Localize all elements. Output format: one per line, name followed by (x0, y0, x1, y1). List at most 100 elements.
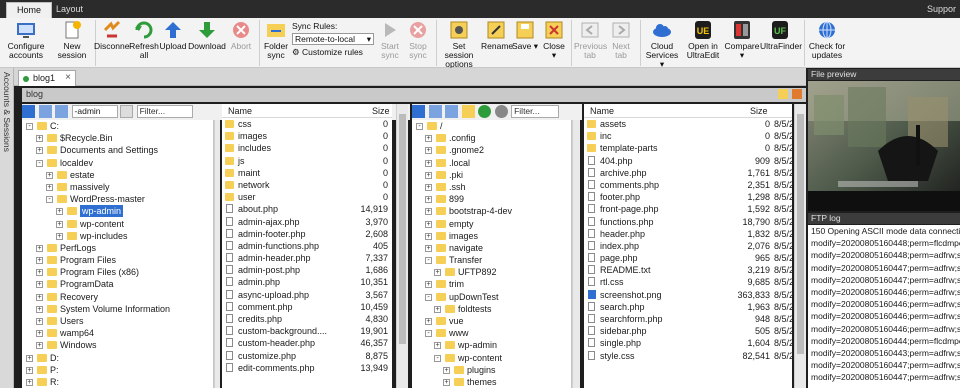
tree-node[interactable]: + massively (22, 181, 213, 193)
bookmark-icon[interactable] (778, 89, 788, 99)
remote-tree-scrollbar[interactable] (572, 120, 580, 388)
expand-icon[interactable]: + (36, 147, 43, 155)
next-tab-button[interactable]: Next tab (608, 20, 634, 66)
expand-icon[interactable]: + (26, 354, 33, 362)
remote-list-scrollbar[interactable] (794, 104, 806, 388)
tree-node[interactable]: + empty (412, 218, 571, 230)
file-row[interactable]: comments.php 2,351 8/5/2 (584, 179, 792, 191)
disconnect-button[interactable]: Disconnect (94, 20, 130, 66)
tree-node[interactable]: + P: (22, 364, 213, 376)
stop-sync-button[interactable]: Stop sync (404, 20, 432, 66)
abort-button[interactable]: Abort (228, 20, 254, 66)
file-row[interactable]: search.php 1,963 8/5/2 (584, 301, 792, 313)
collapse-icon[interactable]: - (36, 159, 43, 167)
folder-sync-button[interactable]: Folder sync (262, 20, 290, 66)
expand-icon[interactable]: + (425, 196, 432, 204)
file-row[interactable]: 404.php 909 8/5/2 (584, 155, 792, 167)
file-row[interactable]: archive.php 1,761 8/5/2 (584, 167, 792, 179)
cloud-services-button[interactable]: Cloud Services ▾ (643, 20, 681, 69)
collapse-icon[interactable]: - (26, 123, 33, 130)
tree-node[interactable]: + .ssh (412, 181, 571, 193)
forward-arrow-icon[interactable] (445, 105, 459, 118)
file-row[interactable]: rtl.css 9,685 8/5/2 (584, 276, 792, 288)
compare-button[interactable]: Compare ▾ (724, 20, 760, 66)
file-row[interactable]: front-page.php 1,592 8/5/2 (584, 203, 792, 215)
file-row[interactable]: custom-background.... 19,901 (222, 325, 392, 337)
tree-node[interactable]: + vue (412, 315, 571, 327)
file-row[interactable]: index.php 2,076 8/5/2 (584, 240, 792, 252)
sync-browse-icon[interactable] (792, 89, 802, 99)
expand-icon[interactable]: + (425, 183, 432, 191)
expand-icon[interactable]: + (425, 232, 432, 240)
local-filter-input[interactable]: Filter... (136, 105, 193, 118)
tree-node[interactable]: + Program Files (22, 254, 213, 266)
tree-node[interactable]: + wp-content (22, 218, 213, 230)
name-column-header[interactable]: Name (590, 106, 614, 116)
tree-node[interactable]: + Documents and Settings (22, 144, 213, 156)
expand-icon[interactable]: + (425, 159, 432, 167)
tree-node[interactable]: + UFTP892 (412, 266, 571, 278)
collapse-icon[interactable]: - (425, 293, 432, 301)
expand-icon[interactable]: + (36, 269, 43, 277)
tree-node[interactable]: + .pki (412, 169, 571, 181)
check-updates-button[interactable]: Check for updates (808, 20, 846, 66)
file-row[interactable]: maint 0 (222, 167, 392, 179)
expand-icon[interactable]: + (443, 378, 450, 386)
file-row[interactable]: searchform.php 948 8/5/2 (584, 313, 792, 325)
file-row[interactable]: user 0 (222, 191, 392, 203)
file-row[interactable]: template-parts 0 8/5/2 (584, 142, 792, 154)
scrollbar-thumb[interactable] (797, 114, 804, 354)
tree-node[interactable]: + System Volume Information (22, 303, 213, 315)
close-button[interactable]: Close ▾ (540, 20, 568, 66)
tree-node[interactable]: + D: (22, 352, 213, 364)
tree-node[interactable]: - WordPress-master (22, 193, 213, 205)
forward-arrow-icon[interactable] (55, 105, 69, 118)
file-row[interactable]: custom-header.php 46,357 (222, 337, 392, 349)
file-row[interactable]: README.txt 3,219 8/5/2 (584, 264, 792, 276)
tree-node[interactable]: + .gnome2 (412, 144, 571, 156)
file-row[interactable]: admin-ajax.php 3,970 (222, 216, 392, 228)
file-row[interactable]: functions.php 18,790 8/5/2 (584, 216, 792, 228)
collapse-icon[interactable]: - (416, 123, 423, 130)
file-row[interactable]: async-upload.php 3,567 (222, 289, 392, 301)
new-session-button[interactable]: New session (52, 20, 92, 66)
expand-icon[interactable]: + (26, 378, 33, 386)
tree-node[interactable]: + wp-admin (22, 205, 213, 218)
tree-node[interactable]: + ProgramData (22, 278, 213, 290)
collapse-icon[interactable]: - (425, 257, 432, 265)
tree-node[interactable]: + trim (412, 278, 571, 290)
expand-icon[interactable]: + (425, 171, 432, 179)
back-arrow-icon[interactable] (428, 105, 442, 118)
file-row[interactable]: admin-header.php 7,337 (222, 252, 392, 264)
sync-rules-select[interactable]: Remote-to-local ▾ (292, 33, 374, 45)
expand-icon[interactable]: + (56, 232, 63, 240)
refresh-all-button[interactable]: Refresh all (128, 20, 160, 66)
tree-node[interactable]: + PerfLogs (22, 242, 213, 254)
expand-icon[interactable]: + (36, 305, 43, 313)
expand-icon[interactable]: + (36, 318, 43, 325)
expand-icon[interactable]: + (425, 220, 432, 228)
collapse-icon[interactable]: - (434, 354, 441, 362)
expand-icon[interactable]: + (36, 135, 43, 143)
file-row[interactable]: style.css 82,541 8/5/2 (584, 350, 792, 362)
file-row[interactable]: assets 0 8/5/2 (584, 118, 792, 130)
close-tab-icon[interactable]: × (65, 72, 71, 83)
tree-node[interactable]: + themes (412, 376, 571, 388)
expand-icon[interactable]: + (26, 366, 33, 374)
size-column-header[interactable]: Size (750, 106, 768, 116)
expand-icon[interactable]: + (36, 330, 43, 338)
tree-node[interactable]: + bootstrap-4-dev (412, 205, 571, 217)
scrollbar-thumb[interactable] (399, 114, 406, 344)
tree-node[interactable]: + wamp64 (22, 327, 213, 339)
file-row[interactable]: admin.php 10,351 (222, 276, 392, 288)
remote-filter-input[interactable]: Filter... (511, 105, 560, 118)
upload-button[interactable]: Upload (158, 20, 188, 66)
expand-icon[interactable]: + (425, 208, 432, 216)
expand-icon[interactable]: + (425, 281, 432, 289)
folder-icon[interactable] (461, 105, 475, 118)
file-row[interactable]: footer.php 1,298 8/5/2 (584, 191, 792, 203)
expand-icon[interactable]: + (46, 183, 53, 191)
file-row[interactable]: screenshot.png 363,833 8/5/2 (584, 289, 792, 301)
tree-node[interactable]: - wp-content (412, 352, 571, 364)
file-row[interactable]: includes 0 (222, 142, 392, 154)
